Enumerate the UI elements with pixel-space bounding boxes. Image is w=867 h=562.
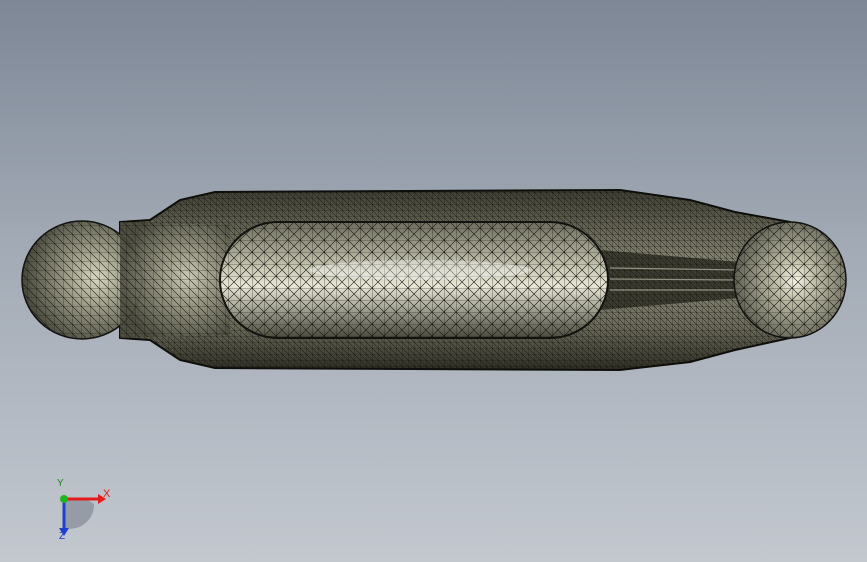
z-axis-label: Z <box>59 531 66 542</box>
left-ball <box>21 220 230 340</box>
graphics-viewport[interactable]: X Y Z <box>0 0 867 562</box>
mesh-model[interactable] <box>0 0 867 562</box>
center-capsule <box>219 221 609 339</box>
coordinate-triad: X Y Z <box>48 478 118 550</box>
y-axis-label: Y <box>57 478 64 489</box>
x-axis-label: X <box>103 488 111 500</box>
right-ball <box>733 221 847 339</box>
